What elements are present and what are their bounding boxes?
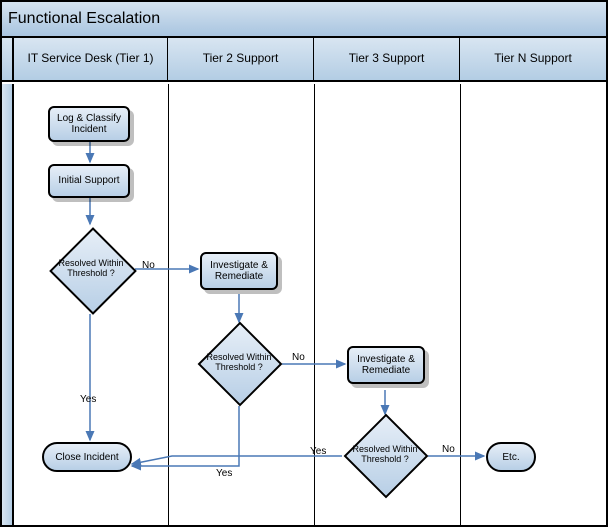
- decision-resolved-1: Resolved Within Threshold ?: [46, 224, 136, 314]
- decision-label: Resolved Within Threshold ?: [46, 224, 136, 314]
- diagram-sidebar: [2, 84, 14, 525]
- lane-divider: [314, 84, 315, 525]
- lane-header-tierN: Tier N Support: [460, 38, 606, 80]
- edge-label-yes: Yes: [216, 468, 232, 479]
- lane-header-spacer: [2, 38, 14, 80]
- lane-divider: [168, 84, 169, 525]
- edge-label-yes: Yes: [310, 446, 326, 457]
- diagram-container: Functional Escalation IT Service Desk (T…: [0, 0, 608, 527]
- node-investigate-2: Investigate & Remediate: [200, 252, 278, 290]
- decision-resolved-3: Resolved Within Threshold ?: [342, 412, 428, 498]
- edge-label-no: No: [442, 444, 455, 455]
- edge-label-no: No: [142, 260, 155, 271]
- decision-label: Resolved Within Threshold ?: [196, 320, 282, 406]
- node-etc: Etc.: [486, 442, 536, 472]
- node-initial-support: Initial Support: [48, 164, 130, 198]
- lane-header-tier1: IT Service Desk (Tier 1): [14, 38, 168, 80]
- lane-header-tier3: Tier 3 Support: [314, 38, 460, 80]
- lane-divider: [460, 84, 461, 525]
- node-log-classify: Log & Classify Incident: [48, 106, 130, 142]
- decision-resolved-2: Resolved Within Threshold ?: [196, 320, 282, 406]
- swimlane-headers: IT Service Desk (Tier 1) Tier 2 Support …: [2, 38, 606, 82]
- lane-header-tier2: Tier 2 Support: [168, 38, 314, 80]
- node-investigate-3: Investigate & Remediate: [347, 346, 425, 384]
- edge-label-yes: Yes: [80, 394, 96, 405]
- node-close-incident: Close Incident: [42, 442, 132, 472]
- diagram-title: Functional Escalation: [2, 2, 606, 38]
- diagram-area: Log & Classify Incident Initial Support …: [2, 84, 606, 525]
- edge-label-no: No: [292, 352, 305, 363]
- decision-label: Resolved Within Threshold ?: [342, 412, 428, 498]
